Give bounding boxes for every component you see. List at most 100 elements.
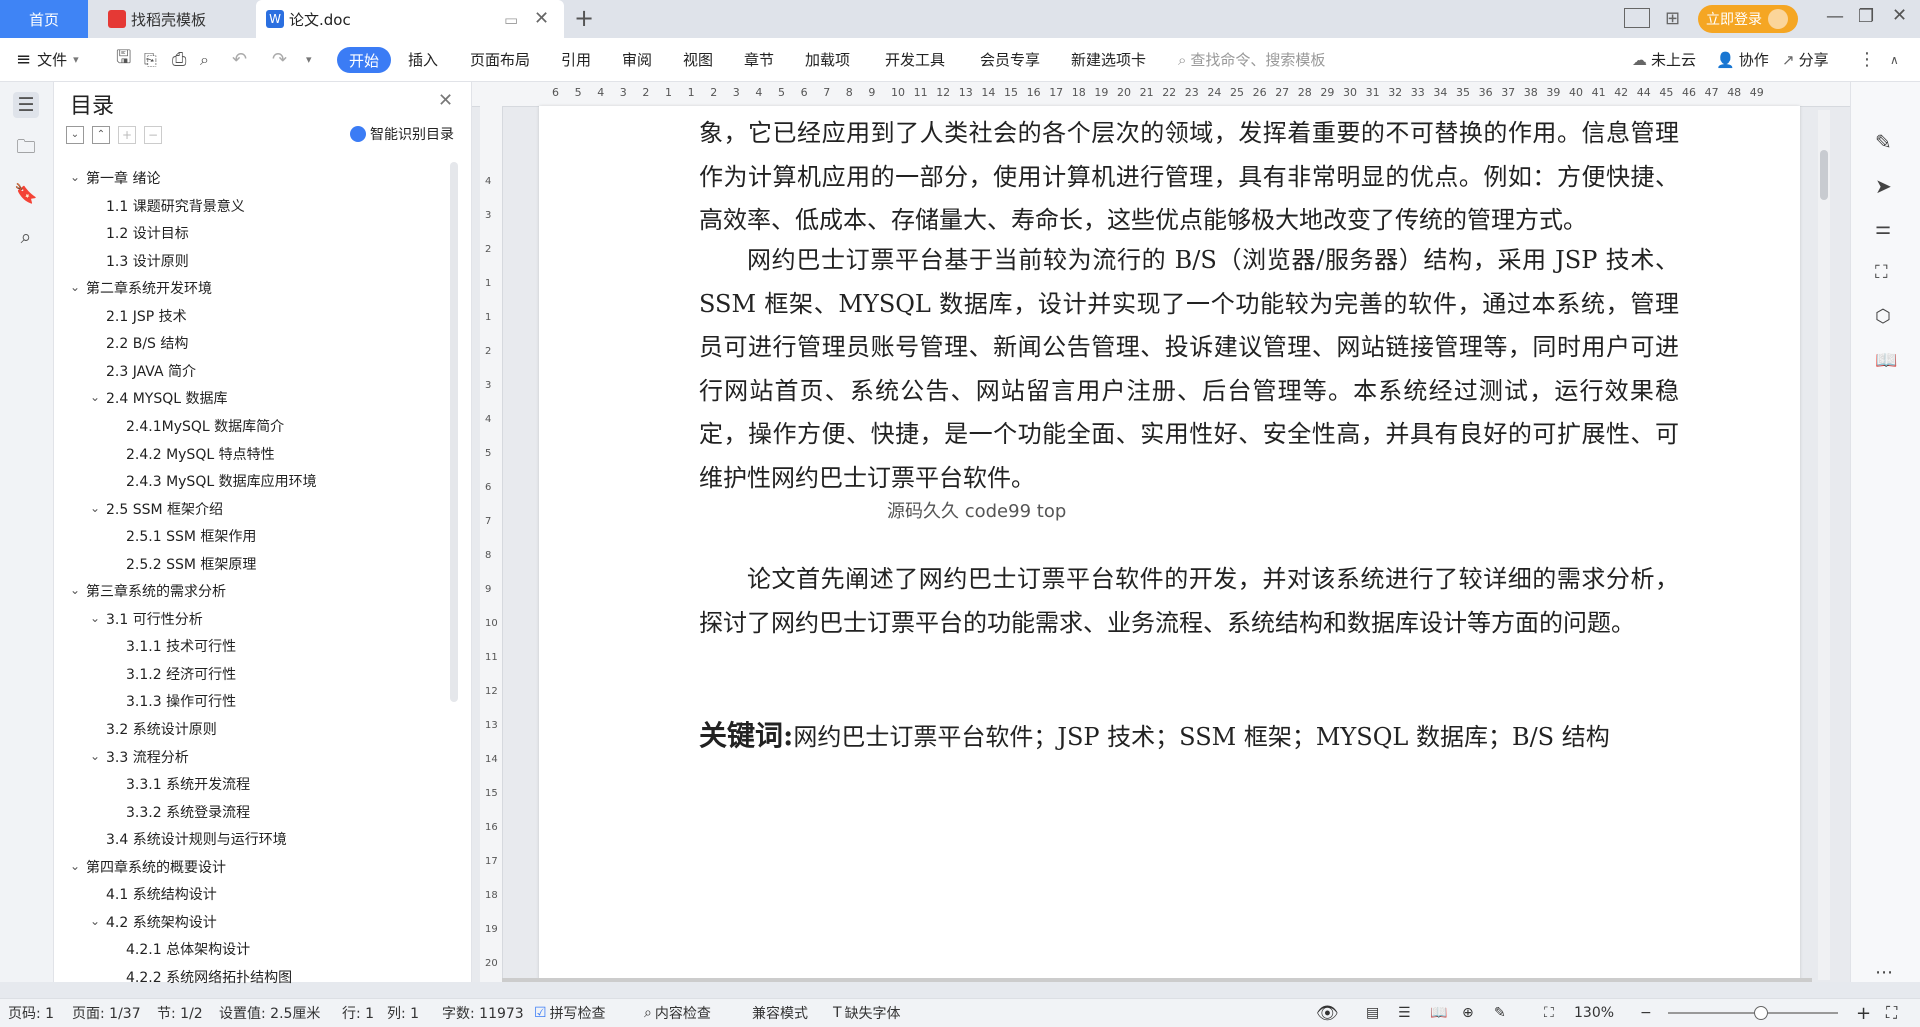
menu-references[interactable]: 引用 xyxy=(561,38,591,81)
web-view-icon[interactable]: ⊕ xyxy=(1462,999,1474,1027)
zoom-in-icon[interactable]: + xyxy=(1856,999,1871,1027)
toc-item[interactable]: 2.4 MYSQL 数据库 xyxy=(106,388,228,408)
menu-developer[interactable]: 开发工具 xyxy=(885,38,945,81)
toc-expand-icon[interactable]: ⌄ xyxy=(90,501,100,515)
redo-icon[interactable]: ↷ xyxy=(272,38,287,81)
toc-expand-icon[interactable]: ⌄ xyxy=(70,859,80,873)
toc-item[interactable]: 4.2.2 系统网络拓扑结构图 xyxy=(126,967,292,987)
menu-insert[interactable]: 插入 xyxy=(408,38,438,81)
toc-item[interactable]: 2.5 SSM 框架介绍 xyxy=(106,499,223,519)
cursor-icon[interactable]: ➤ xyxy=(1875,174,1892,198)
more-icon[interactable]: ⋮ xyxy=(1858,38,1876,81)
tab-document[interactable]: W 论文.doc ▭ ✕ xyxy=(256,0,564,38)
toc-item[interactable]: 3.3 流程分析 xyxy=(106,747,189,767)
collapse-all-icon[interactable]: ⌃ xyxy=(92,126,110,144)
toc-item[interactable]: 3.3.2 系统登录流程 xyxy=(126,802,250,822)
menu-start[interactable]: 开始 xyxy=(337,47,392,73)
print-preview-icon[interactable]: ⌕ xyxy=(200,38,209,81)
undo-icon[interactable]: ↶ xyxy=(232,38,247,81)
toc-item[interactable]: 3.1.1 技术可行性 xyxy=(126,636,236,656)
remove-item-icon[interactable]: − xyxy=(144,126,162,144)
missing-font-button[interactable]: T 缺失字体 xyxy=(833,999,901,1027)
tab-home[interactable]: 首页 xyxy=(0,0,88,38)
vertical-scrollbar[interactable] xyxy=(1818,110,1830,980)
toc-item[interactable]: 3.3.1 系统开发流程 xyxy=(126,774,250,794)
menu-section[interactable]: 章节 xyxy=(744,38,774,81)
apps-grid-icon[interactable]: ⊞ xyxy=(1665,8,1680,29)
toc-item[interactable]: 3.1.3 操作可行性 xyxy=(126,691,236,711)
menu-member[interactable]: 会员专享 xyxy=(980,38,1040,81)
toc-item[interactable]: 3.1.2 经济可行性 xyxy=(126,664,236,684)
add-item-icon[interactable]: + xyxy=(118,126,136,144)
toc-expand-icon[interactable]: ⌄ xyxy=(90,390,100,404)
horizontal-scrollbar[interactable] xyxy=(502,978,1812,982)
zoom-out-icon[interactable]: − xyxy=(1640,999,1652,1027)
collab-button[interactable]: 👤 协作 xyxy=(1716,38,1769,81)
hexagon-icon[interactable]: ⬡ xyxy=(1875,306,1891,327)
export-pdf-icon[interactable]: ⎘ xyxy=(144,38,157,81)
zoom-slider-handle[interactable] xyxy=(1754,1006,1768,1020)
new-tab-icon[interactable]: + xyxy=(574,4,594,32)
file-menu[interactable]: ≡ 文件 ▾ xyxy=(16,38,79,81)
pin-tab-icon[interactable]: ▭ xyxy=(504,11,518,29)
menu-page-layout[interactable]: 页面布局 xyxy=(470,38,530,81)
save-icon[interactable]: 🖫 xyxy=(116,38,131,81)
toc-item[interactable]: 2.4.1MySQL 数据库简介 xyxy=(126,416,284,436)
toc-expand-icon[interactable]: ⌄ xyxy=(70,170,80,184)
more-tools-icon[interactable]: ⋯ xyxy=(1875,962,1893,983)
restore-icon[interactable]: ❐ xyxy=(1858,6,1874,27)
chapter-nav-icon[interactable]: 🗀 xyxy=(13,136,39,162)
toc-item[interactable]: 3.1 可行性分析 xyxy=(106,609,203,629)
toc-item[interactable]: 第四章系统的概要设计 xyxy=(86,857,226,877)
toc-item[interactable]: 2.1 JSP 技术 xyxy=(106,306,187,326)
outline-view-icon[interactable]: ☰ xyxy=(1398,999,1411,1027)
toc-item[interactable]: 2.5.1 SSM 框架作用 xyxy=(126,526,256,546)
toc-item[interactable]: 1.2 设计目标 xyxy=(106,223,189,243)
login-button[interactable]: 立即登录 xyxy=(1698,5,1798,33)
cloud-status[interactable]: ☁ 未上云 xyxy=(1632,38,1696,81)
menu-review[interactable]: 审阅 xyxy=(622,38,652,81)
menu-view[interactable]: 视图 xyxy=(683,38,713,81)
share-button[interactable]: ↗ 分享 xyxy=(1782,38,1829,81)
quick-access-chevron-icon[interactable]: ▾ xyxy=(306,38,312,81)
tab-templates[interactable]: 找稻壳模板 xyxy=(98,0,248,38)
image-tool-icon[interactable]: ⛶ xyxy=(1875,262,1888,283)
fit-page-icon[interactable]: ⛶ xyxy=(1544,999,1554,1027)
find-icon[interactable]: ⌕ xyxy=(13,224,39,250)
toc-item[interactable]: 2.2 B/S 结构 xyxy=(106,333,188,353)
reading-view-icon[interactable]: 📖 xyxy=(1430,999,1447,1027)
close-window-icon[interactable]: ✕ xyxy=(1892,5,1907,26)
bookmark-icon[interactable]: 🔖 xyxy=(13,180,39,206)
toc-item[interactable]: 2.4.2 MySQL 特点特性 xyxy=(126,444,275,464)
status-words[interactable]: 字数: 11973 xyxy=(442,999,524,1027)
adjust-icon[interactable]: ⚌ xyxy=(1875,218,1891,239)
collapse-ribbon-icon[interactable]: ∧ xyxy=(1890,38,1899,81)
toc-expand-icon[interactable]: ⌄ xyxy=(90,611,100,625)
vertical-scroll-thumb[interactable] xyxy=(1820,150,1828,200)
write-view-icon[interactable]: ✎ xyxy=(1494,999,1506,1027)
toc-item[interactable]: 1.3 设计原则 xyxy=(106,251,189,271)
expand-all-icon[interactable]: ⌄ xyxy=(66,126,84,144)
toc-item[interactable]: 4.1 系统结构设计 xyxy=(106,884,217,904)
toc-item[interactable]: 第三章系统的需求分析 xyxy=(86,581,226,601)
toc-expand-icon[interactable]: ⌄ xyxy=(90,749,100,763)
menu-addins[interactable]: 加载项 xyxy=(805,38,850,81)
book-icon[interactable]: 📖 xyxy=(1875,350,1897,371)
command-search[interactable]: ⌕ 查找命令、搜索模板 xyxy=(1178,38,1325,81)
document-page[interactable]: 象，它已经应用到了人类社会的各个层次的领域，发挥着重要的不可替换的作用。信息管理… xyxy=(539,106,1800,982)
toc-item[interactable]: 第一章 绪论 xyxy=(86,168,160,188)
toc-item[interactable]: 3.4 系统设计规则与运行环境 xyxy=(106,829,287,849)
menu-new-tab[interactable]: 新建选项卡 xyxy=(1071,38,1146,81)
close-tab-icon[interactable]: ✕ xyxy=(534,8,549,29)
page-view-icon[interactable]: ▤ xyxy=(1366,999,1379,1027)
toc-nav-icon[interactable]: ☰ xyxy=(13,92,39,118)
eye-icon[interactable]: 👁 xyxy=(1316,999,1339,1027)
toc-item[interactable]: 2.5.2 SSM 框架原理 xyxy=(126,554,256,574)
spell-check-button[interactable]: ☑ 拼写检查 xyxy=(534,999,606,1027)
toc-scrollbar[interactable] xyxy=(450,162,458,702)
toc-item[interactable]: 2.4.3 MySQL 数据库应用环境 xyxy=(126,471,317,491)
toc-item[interactable]: 4.2 系统架构设计 xyxy=(106,912,217,932)
toc-expand-icon[interactable]: ⌄ xyxy=(70,280,80,294)
minimize-icon[interactable]: — xyxy=(1826,6,1844,27)
zoom-slider[interactable] xyxy=(1668,1006,1838,1020)
